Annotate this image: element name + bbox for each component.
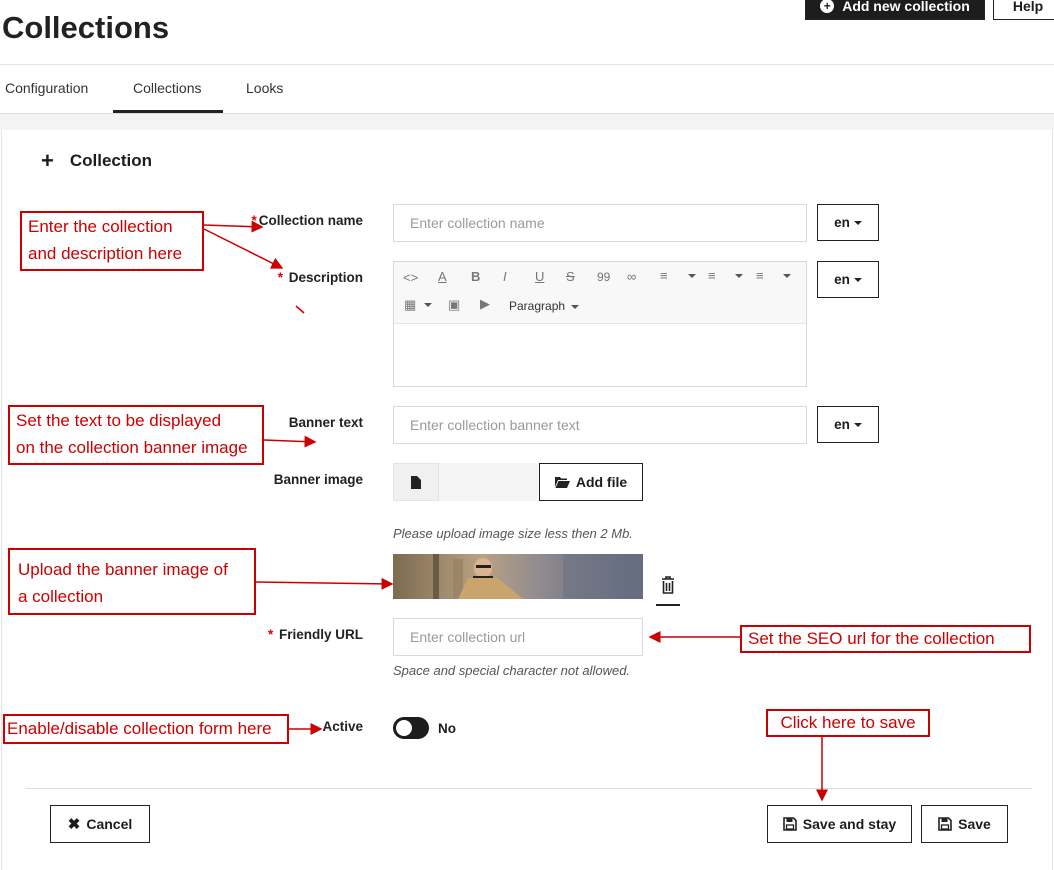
annotation-active: Enable/disable collection form here — [3, 714, 289, 744]
annotation-line: a collection — [18, 587, 104, 606]
annotation-line: Upload the banner image of — [18, 560, 228, 579]
annotation-save: Click here to save — [766, 709, 930, 737]
annotation-line: Enter the collection — [28, 217, 173, 236]
annotation-line: on the collection banner image — [16, 438, 248, 457]
annotation-banner-image: Upload the banner image of a collection — [8, 548, 256, 615]
annotation-banner-text: Set the text to be displayed on the coll… — [8, 405, 264, 465]
annotation-line: and description here — [28, 244, 183, 263]
annotation-seo-url: Set the SEO url for the collection — [740, 625, 1031, 653]
annotation-name-description: Enter the collection and description her… — [20, 211, 204, 271]
annotation-line: Set the text to be displayed — [16, 411, 222, 430]
